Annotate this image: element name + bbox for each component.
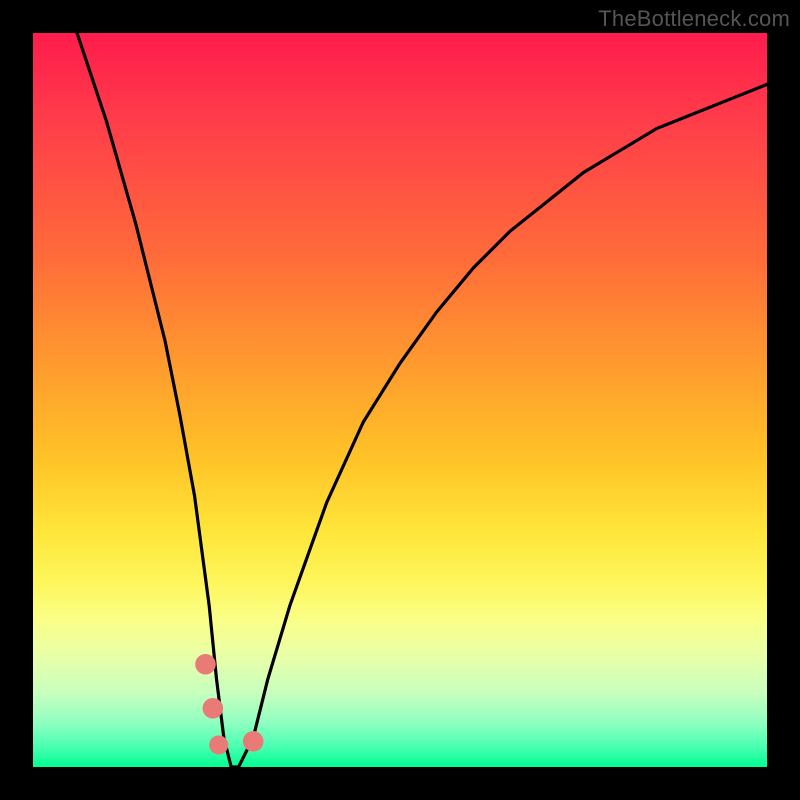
chart-outer-frame: TheBottleneck.com	[0, 0, 800, 800]
chart-svg	[33, 33, 767, 767]
chart-marker-dot	[195, 654, 216, 675]
chart-plot-area	[33, 33, 767, 767]
bottleneck-curve-line	[77, 33, 767, 767]
chart-marker-dot	[209, 735, 228, 754]
watermark-text: TheBottleneck.com	[598, 6, 790, 32]
chart-marker-dot	[203, 698, 224, 719]
chart-marker-dot	[243, 731, 264, 752]
